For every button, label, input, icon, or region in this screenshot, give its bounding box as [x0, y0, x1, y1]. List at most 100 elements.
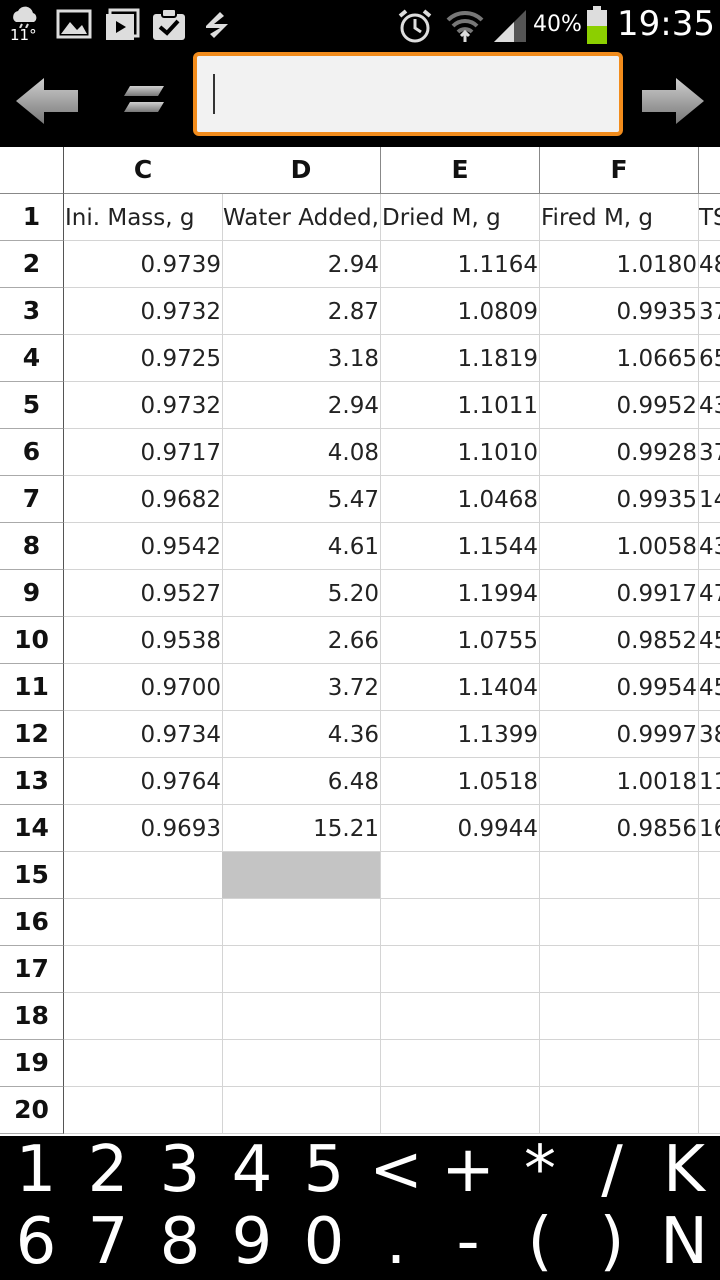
data-cell[interactable]: 37 — [699, 288, 720, 335]
data-cell[interactable]: 0.9527 — [64, 570, 223, 617]
data-cell[interactable]: 3.18 — [222, 335, 381, 382]
data-cell[interactable] — [381, 993, 540, 1040]
data-cell[interactable]: 0.9717 — [64, 429, 223, 476]
equals-icon[interactable] — [120, 80, 168, 120]
data-cell[interactable]: 4.08 — [222, 429, 381, 476]
data-cell[interactable]: 0.9917 — [540, 570, 699, 617]
keypad-key[interactable]: 3 — [144, 1136, 216, 1208]
data-cell[interactable] — [64, 993, 223, 1040]
data-cell[interactable]: 3.72 — [222, 664, 381, 711]
keypad-key[interactable]: 6 — [0, 1208, 72, 1280]
row-header[interactable]: 14 — [0, 805, 64, 852]
data-cell[interactable]: 11 — [699, 758, 720, 805]
data-cell[interactable] — [540, 946, 699, 993]
keypad-key[interactable]: 0 — [288, 1208, 360, 1280]
data-cell[interactable]: 1.0518 — [381, 758, 540, 805]
keypad-key[interactable]: ( — [504, 1208, 576, 1280]
keypad-key[interactable]: 4 — [216, 1136, 288, 1208]
data-cell[interactable] — [381, 899, 540, 946]
row-header[interactable]: 6 — [0, 429, 64, 476]
row-header[interactable]: 8 — [0, 523, 64, 570]
data-cell[interactable]: 1.1010 — [381, 429, 540, 476]
column-title-cell[interactable]: Water Added, — [222, 194, 381, 241]
data-cell[interactable]: 0.9764 — [64, 758, 223, 805]
row-header[interactable]: 20 — [0, 1087, 64, 1134]
data-cell[interactable]: 47 — [699, 570, 720, 617]
keypad-key[interactable]: 7 — [72, 1208, 144, 1280]
row-header[interactable]: 11 — [0, 664, 64, 711]
keypad-key[interactable]: N — [648, 1208, 720, 1280]
data-cell[interactable]: 15.21 — [222, 805, 381, 852]
data-cell[interactable]: 0.9944 — [381, 805, 540, 852]
keypad-key[interactable]: 2 — [72, 1136, 144, 1208]
data-cell[interactable] — [222, 1087, 381, 1134]
data-cell[interactable]: 1.1011 — [381, 382, 540, 429]
data-cell[interactable]: 4.36 — [222, 711, 381, 758]
data-cell[interactable] — [222, 852, 381, 899]
data-cell[interactable] — [222, 993, 381, 1040]
data-cell[interactable]: 65 — [699, 335, 720, 382]
data-cell[interactable] — [540, 899, 699, 946]
row-header[interactable]: 3 — [0, 288, 64, 335]
data-cell[interactable] — [540, 852, 699, 899]
keypad-key[interactable]: 1 — [0, 1136, 72, 1208]
data-cell[interactable] — [222, 946, 381, 993]
data-cell[interactable]: 1.0665 — [540, 335, 699, 382]
data-cell[interactable] — [381, 946, 540, 993]
data-cell[interactable]: 1.1404 — [381, 664, 540, 711]
row-header[interactable]: 17 — [0, 946, 64, 993]
data-cell[interactable] — [64, 1087, 223, 1134]
data-cell[interactable]: 0.9739 — [64, 241, 223, 288]
row-header[interactable]: 10 — [0, 617, 64, 664]
data-cell[interactable]: 48 — [699, 241, 720, 288]
data-cell[interactable]: 43 — [699, 382, 720, 429]
data-cell[interactable]: 38 — [699, 711, 720, 758]
column-header[interactable] — [699, 147, 720, 194]
data-cell[interactable] — [381, 1040, 540, 1087]
data-cell[interactable]: 2.94 — [222, 241, 381, 288]
column-header[interactable]: D — [222, 147, 381, 194]
data-cell[interactable]: 1.0468 — [381, 476, 540, 523]
data-cell[interactable]: 0.9954 — [540, 664, 699, 711]
data-cell[interactable]: 1.1164 — [381, 241, 540, 288]
data-cell[interactable]: 0.9732 — [64, 288, 223, 335]
data-cell[interactable]: 0.9734 — [64, 711, 223, 758]
data-cell[interactable]: 0.9935 — [540, 288, 699, 335]
keypad-key[interactable]: . — [360, 1208, 432, 1280]
row-header[interactable]: 9 — [0, 570, 64, 617]
data-cell[interactable]: 0.9856 — [540, 805, 699, 852]
row-header[interactable]: 13 — [0, 758, 64, 805]
data-cell[interactable]: 1.1994 — [381, 570, 540, 617]
data-cell[interactable] — [699, 899, 720, 946]
data-cell[interactable]: 0.9852 — [540, 617, 699, 664]
column-header[interactable]: F — [540, 147, 699, 194]
data-cell[interactable]: 16 — [699, 805, 720, 852]
data-cell[interactable] — [64, 899, 223, 946]
data-cell[interactable]: 1.0180 — [540, 241, 699, 288]
row-header[interactable]: 4 — [0, 335, 64, 382]
data-cell[interactable]: 1.1819 — [381, 335, 540, 382]
data-cell[interactable] — [222, 899, 381, 946]
keypad-key[interactable]: < — [360, 1136, 432, 1208]
row-header[interactable]: 2 — [0, 241, 64, 288]
data-cell[interactable] — [699, 1087, 720, 1134]
data-cell[interactable]: 45 — [699, 617, 720, 664]
data-cell[interactable]: 2.94 — [222, 382, 381, 429]
data-cell[interactable] — [540, 1040, 699, 1087]
data-cell[interactable] — [699, 852, 720, 899]
data-cell[interactable] — [64, 1040, 223, 1087]
keypad-key[interactable]: 5 — [288, 1136, 360, 1208]
data-cell[interactable]: 43 — [699, 523, 720, 570]
row-header[interactable]: 1 — [0, 194, 64, 241]
row-header[interactable]: 15 — [0, 852, 64, 899]
data-cell[interactable]: 45 — [699, 664, 720, 711]
keypad-key[interactable]: K — [648, 1136, 720, 1208]
column-title-cell[interactable]: Fired M, g — [540, 194, 699, 241]
row-header[interactable]: 16 — [0, 899, 64, 946]
keypad-key[interactable]: * — [504, 1136, 576, 1208]
keypad-key[interactable]: + — [432, 1136, 504, 1208]
column-title-cell[interactable]: Ini. Mass, g — [64, 194, 223, 241]
keypad-key[interactable]: 8 — [144, 1208, 216, 1280]
data-cell[interactable]: 1.0755 — [381, 617, 540, 664]
keypad-key[interactable]: 9 — [216, 1208, 288, 1280]
